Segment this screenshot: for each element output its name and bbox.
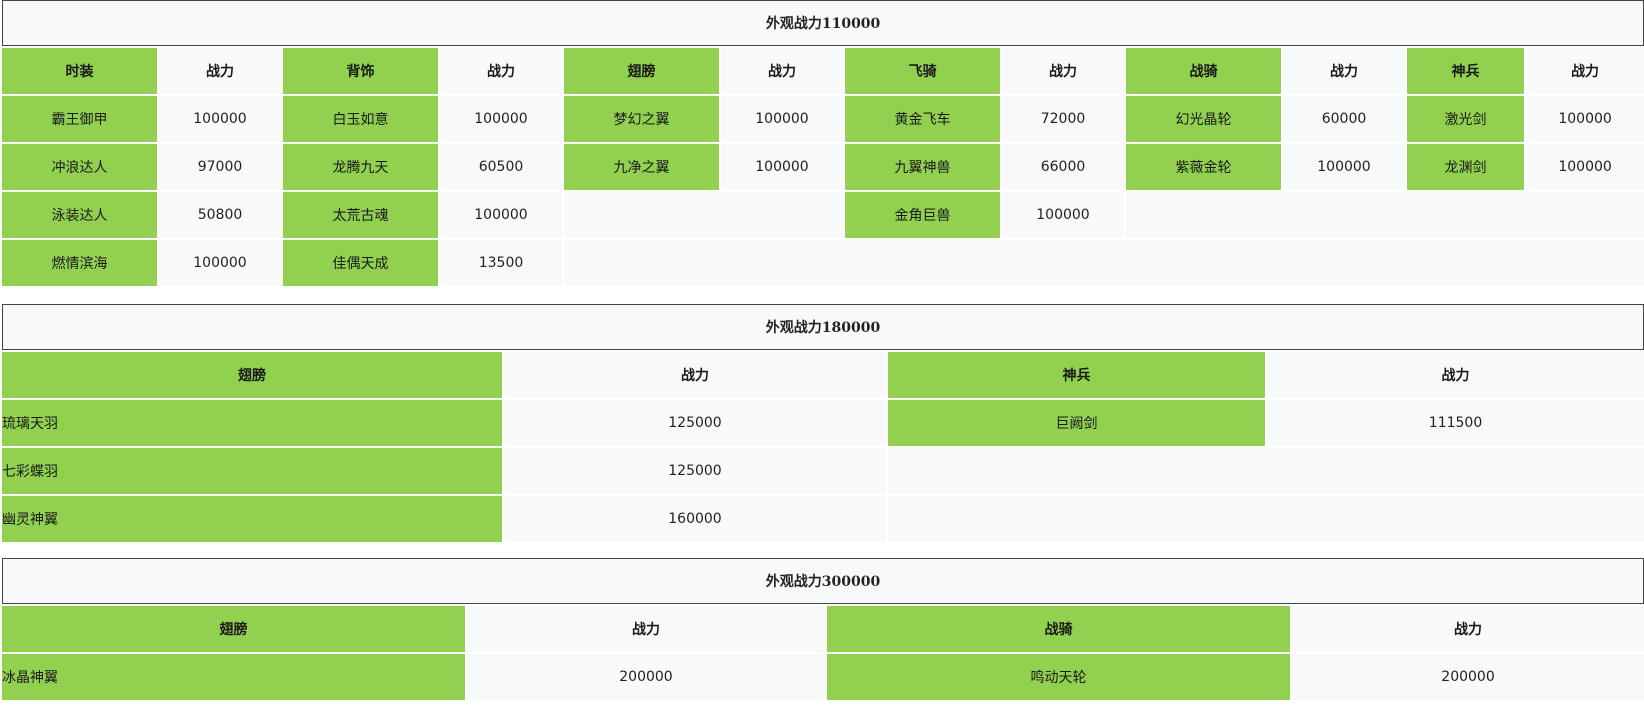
table-row: 冰晶神翼 200000 鸣动天轮 200000 (2, 654, 1644, 700)
power-table-110000: 外观战力110000 时装 战力 背饰 战力 翅膀 战力 飞骑 战力 战骑 战力… (0, 0, 1644, 288)
table-row: 燃情滨海 100000 佳偶天成 13500 (2, 240, 1644, 286)
category-header: 飞骑 (845, 48, 1000, 94)
item-power: 50800 (159, 192, 281, 238)
item-name: 黄金飞车 (845, 96, 1000, 142)
header-row: 翅膀 战力 神兵 战力 (2, 352, 1644, 398)
power-header: 战力 (1002, 48, 1124, 94)
category-header: 时装 (2, 48, 157, 94)
item-power: 125000 (504, 400, 886, 446)
category-header: 翅膀 (2, 606, 465, 652)
category-header: 神兵 (888, 352, 1265, 398)
item-name: 冲浪达人 (2, 144, 157, 190)
item-name: 九净之翼 (564, 144, 719, 190)
header-row: 翅膀 战力 战骑 战力 (2, 606, 1644, 652)
item-name: 燃情滨海 (2, 240, 157, 286)
power-header: 战力 (1526, 48, 1644, 94)
empty-cell (888, 448, 1644, 494)
empty-cell (564, 240, 1644, 286)
item-power: 66000 (1002, 144, 1124, 190)
page: 外观战力110000 时装 战力 背饰 战力 翅膀 战力 飞骑 战力 战骑 战力… (0, 0, 1644, 710)
item-power: 100000 (1002, 192, 1124, 238)
item-name: 龙渊剑 (1407, 144, 1524, 190)
table-row: 七彩蝶羽 125000 (2, 448, 1644, 494)
section-title: 外观战力300000 (2, 558, 1644, 604)
table-row: 冲浪达人 97000 龙腾九天 60500 九净之翼 100000 九翼神兽 6… (2, 144, 1644, 190)
item-power: 100000 (159, 240, 281, 286)
item-name: 七彩蝶羽 (2, 448, 502, 494)
item-name: 九翼神兽 (845, 144, 1000, 190)
item-power: 60500 (440, 144, 562, 190)
item-power: 100000 (721, 144, 843, 190)
section-title: 外观战力110000 (2, 0, 1644, 46)
item-power: 100000 (1283, 144, 1405, 190)
item-power: 100000 (440, 192, 562, 238)
power-header: 战力 (721, 48, 843, 94)
empty-cell (564, 192, 843, 238)
table-row: 幽灵神翼 160000 (2, 496, 1644, 542)
item-name: 龙腾九天 (283, 144, 438, 190)
power-header: 战力 (467, 606, 825, 652)
item-name: 泳装达人 (2, 192, 157, 238)
item-power: 100000 (1526, 96, 1644, 142)
category-header: 背饰 (283, 48, 438, 94)
item-name: 巨阙剑 (888, 400, 1265, 446)
table-row: 泳装达人 50800 太荒古魂 100000 金角巨兽 100000 (2, 192, 1644, 238)
item-name: 琉璃天羽 (2, 400, 502, 446)
category-header: 翅膀 (564, 48, 719, 94)
power-header: 战力 (504, 352, 886, 398)
power-table-180000: 外观战力180000 翅膀 战力 神兵 战力 琉璃天羽 125000 巨阙剑 1… (0, 302, 1644, 544)
section-title: 外观战力180000 (2, 304, 1644, 350)
item-power: 72000 (1002, 96, 1124, 142)
item-name: 金角巨兽 (845, 192, 1000, 238)
power-header: 战力 (159, 48, 281, 94)
power-header: 战力 (440, 48, 562, 94)
item-power: 100000 (440, 96, 562, 142)
header-row: 时装 战力 背饰 战力 翅膀 战力 飞骑 战力 战骑 战力 神兵 战力 (2, 48, 1644, 94)
power-header: 战力 (1283, 48, 1405, 94)
category-header: 战骑 (827, 606, 1290, 652)
power-table-300000: 外观战力300000 翅膀 战力 战骑 战力 冰晶神翼 200000 鸣动天轮 … (0, 556, 1644, 702)
item-power: 111500 (1267, 400, 1644, 446)
item-name: 鸣动天轮 (827, 654, 1290, 700)
item-name: 激光剑 (1407, 96, 1524, 142)
item-power: 160000 (504, 496, 886, 542)
category-header: 战骑 (1126, 48, 1281, 94)
item-name: 紫薇金轮 (1126, 144, 1281, 190)
empty-cell (1126, 192, 1644, 238)
item-power: 100000 (1526, 144, 1644, 190)
table-row: 琉璃天羽 125000 巨阙剑 111500 (2, 400, 1644, 446)
item-name: 霸王御甲 (2, 96, 157, 142)
item-name: 冰晶神翼 (2, 654, 465, 700)
table-row: 霸王御甲 100000 白玉如意 100000 梦幻之翼 100000 黄金飞车… (2, 96, 1644, 142)
item-name: 白玉如意 (283, 96, 438, 142)
item-power: 60000 (1283, 96, 1405, 142)
power-header: 战力 (1267, 352, 1644, 398)
item-power: 200000 (467, 654, 825, 700)
item-name: 佳偶天成 (283, 240, 438, 286)
category-header: 神兵 (1407, 48, 1524, 94)
item-power: 100000 (159, 96, 281, 142)
category-header: 翅膀 (2, 352, 502, 398)
empty-cell (888, 496, 1644, 542)
item-power: 100000 (721, 96, 843, 142)
item-power: 200000 (1292, 654, 1644, 700)
item-name: 梦幻之翼 (564, 96, 719, 142)
item-power: 97000 (159, 144, 281, 190)
item-power: 13500 (440, 240, 562, 286)
power-header: 战力 (1292, 606, 1644, 652)
item-name: 太荒古魂 (283, 192, 438, 238)
item-name: 幻光晶轮 (1126, 96, 1281, 142)
item-name: 幽灵神翼 (2, 496, 502, 542)
item-power: 125000 (504, 448, 886, 494)
